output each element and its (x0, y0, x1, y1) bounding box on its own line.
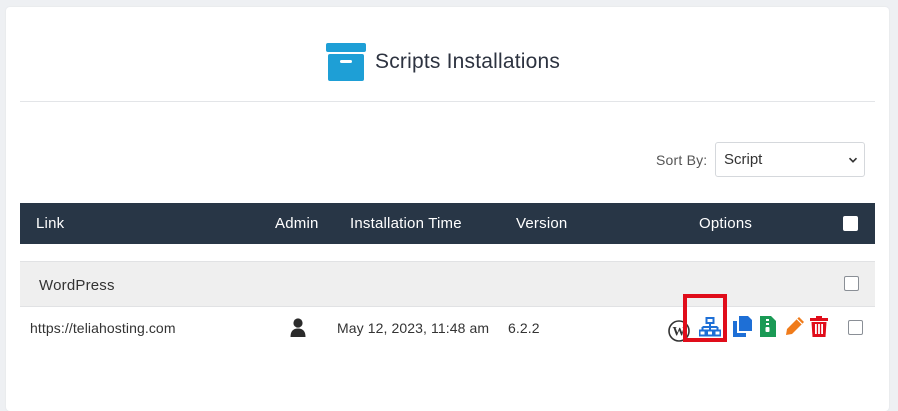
edit-pencil-icon[interactable] (785, 316, 805, 336)
backup-file-icon[interactable] (760, 316, 776, 337)
sort-by-value: Script (724, 151, 763, 168)
archive-box-icon (326, 43, 366, 81)
group-row-wordpress: WordPress (20, 261, 875, 307)
sort-by-label: Sort By: (656, 152, 708, 168)
group-name: WordPress (39, 277, 115, 294)
column-header-options: Options (699, 215, 753, 232)
column-header-admin: Admin (275, 215, 319, 232)
user-icon[interactable] (290, 318, 306, 337)
trash-icon[interactable] (810, 316, 828, 337)
table-row: https://teliahosting.com May 12, 2023, 1… (20, 307, 875, 357)
table-header: Link Admin Installation Time Version Opt… (20, 203, 875, 244)
page-title: Scripts Installations (326, 42, 560, 82)
installation-link[interactable]: https://teliahosting.com (30, 320, 176, 336)
installation-version: 6.2.2 (508, 320, 540, 336)
column-header-link: Link (36, 215, 65, 232)
clone-icon[interactable] (733, 316, 752, 337)
row-select-checkbox[interactable] (848, 320, 863, 335)
sort-by-select[interactable]: Script (715, 142, 865, 177)
scripts-panel: Scripts Installations Sort By: Script Li… (6, 7, 889, 411)
group-select-checkbox[interactable] (844, 276, 859, 291)
select-all-checkbox[interactable] (843, 216, 858, 231)
page-title-text: Scripts Installations (375, 50, 561, 73)
installation-time: May 12, 2023, 11:48 am (337, 320, 490, 336)
column-header-version: Version (516, 215, 568, 232)
column-header-installation-time: Installation Time (350, 215, 462, 232)
chevron-down-icon (848, 157, 858, 163)
highlight-box (683, 294, 727, 342)
panel-header: Scripts Installations (20, 7, 875, 102)
